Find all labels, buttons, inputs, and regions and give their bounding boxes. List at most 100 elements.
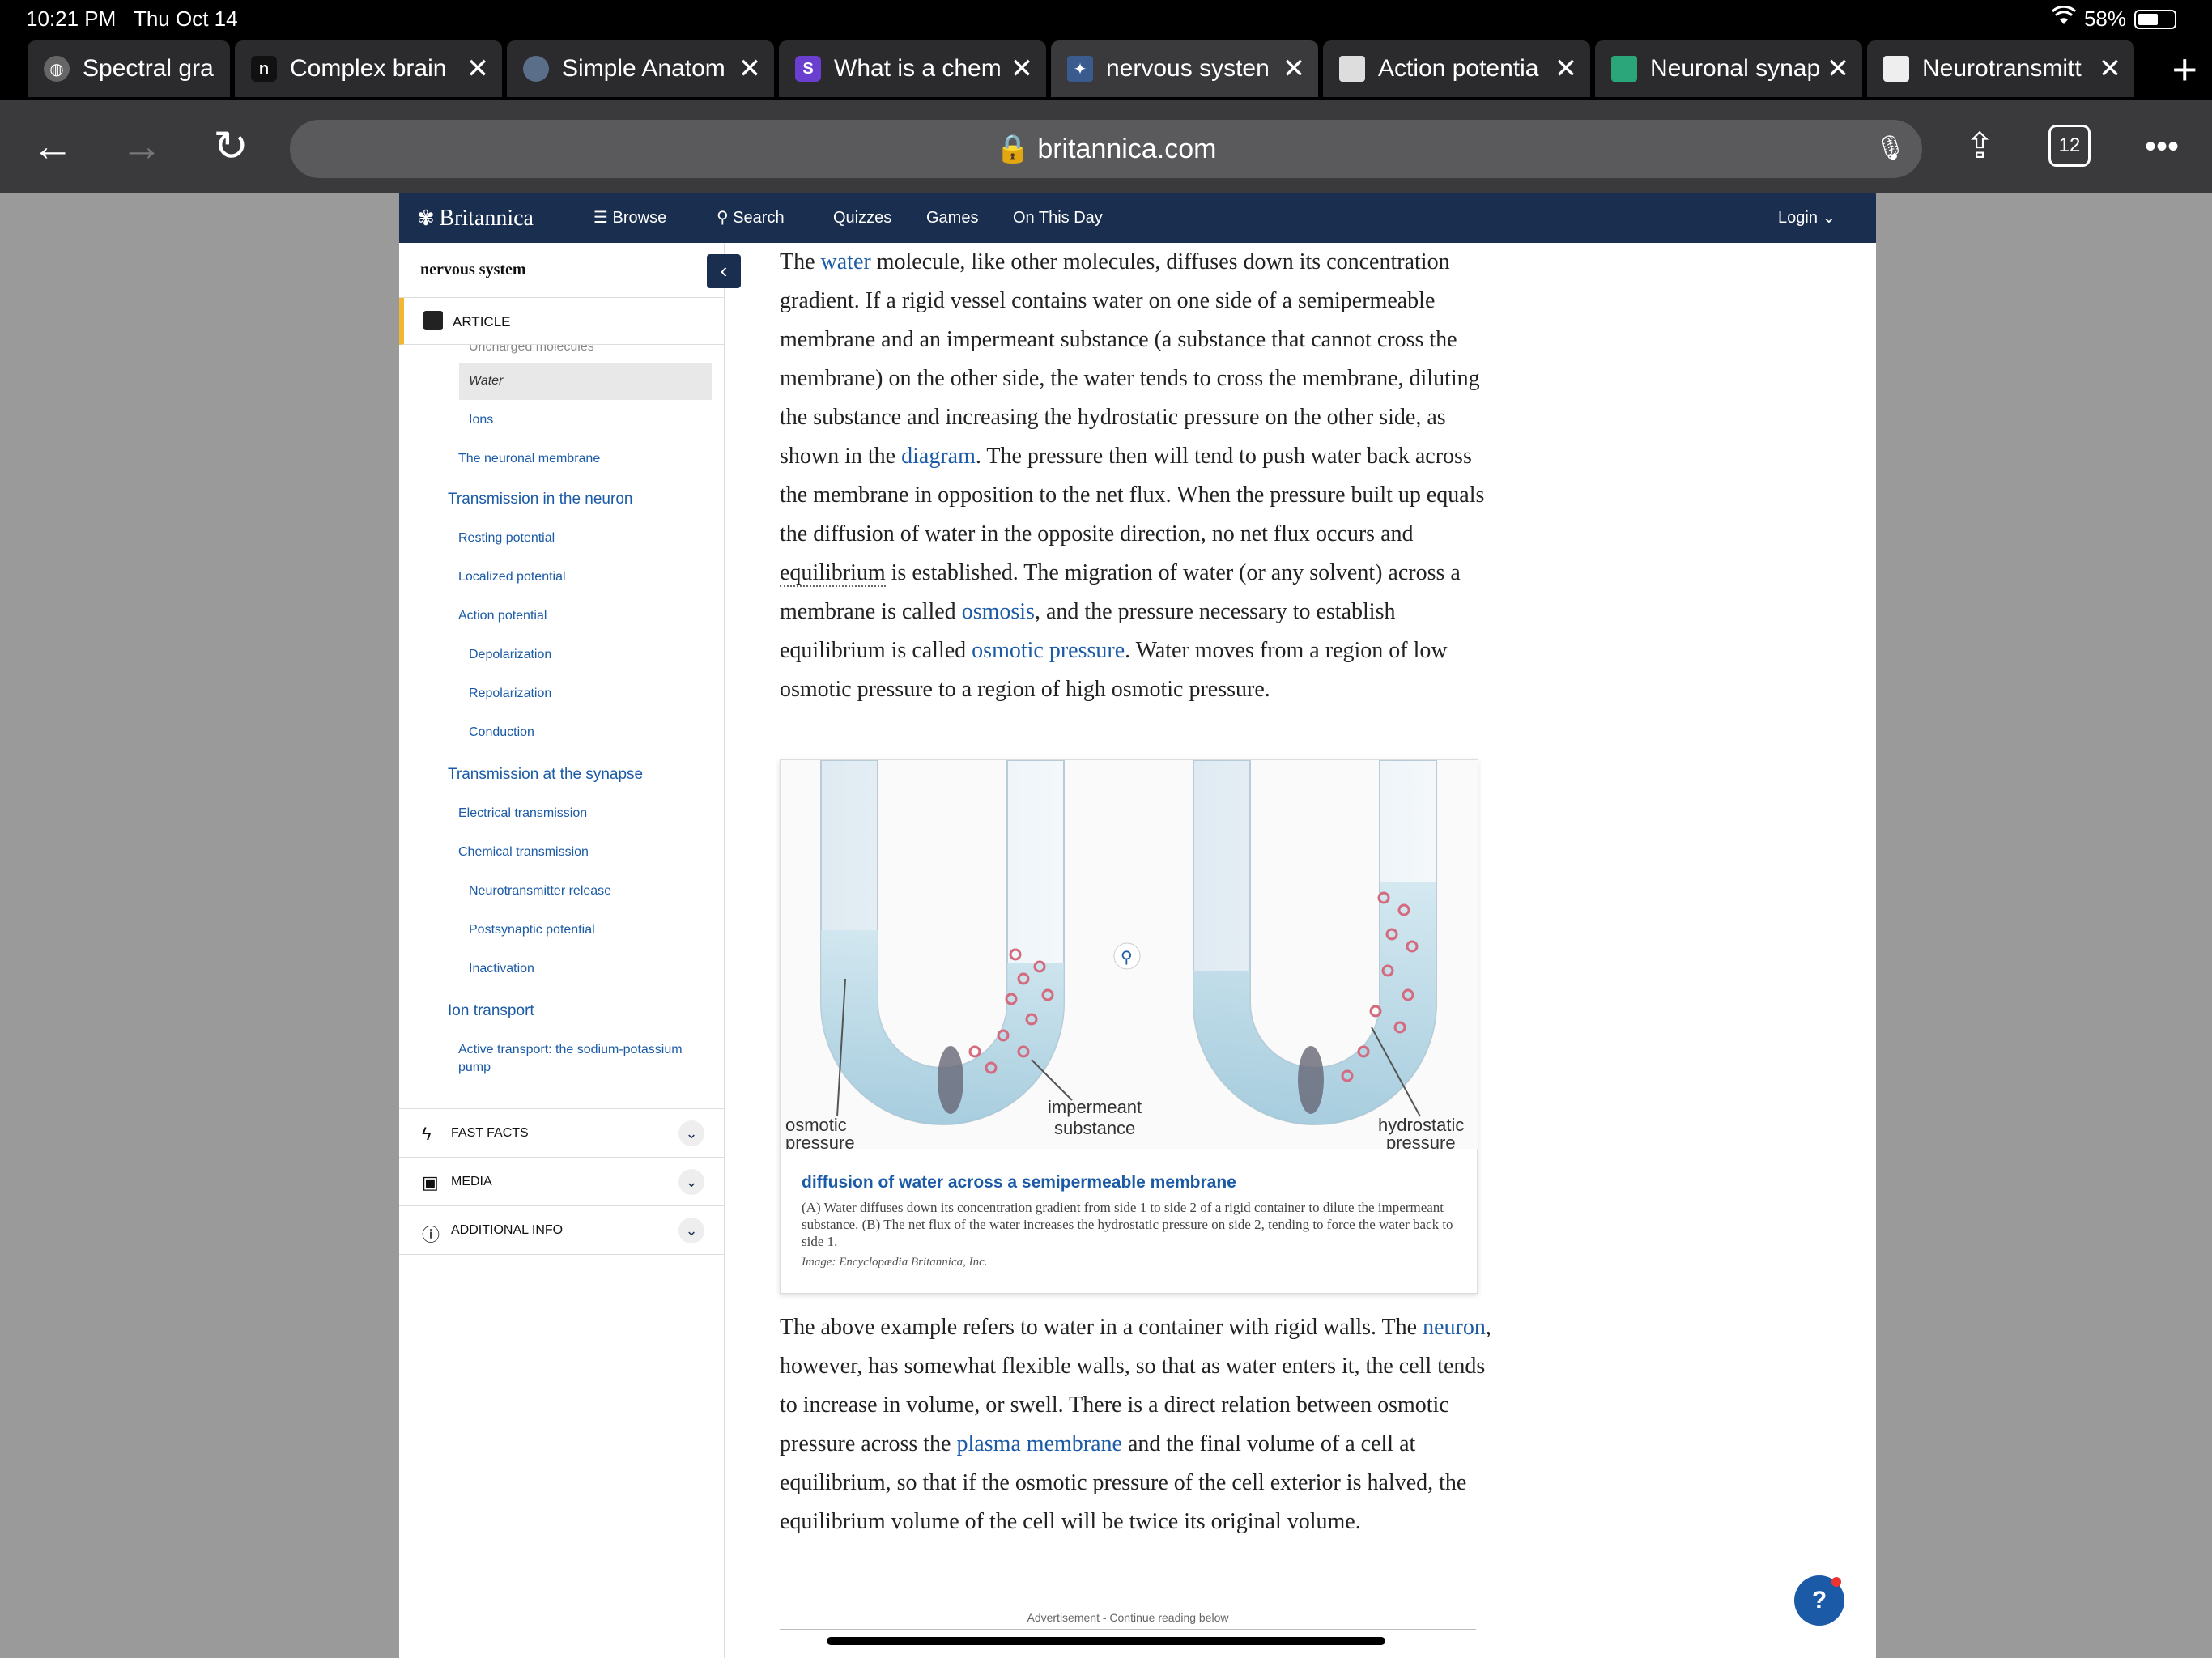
toc-item[interactable]: Postsynaptic potential [469,923,595,937]
figure-caption: (A) Water diffuses down its concentratio… [802,1200,1453,1249]
home-indicator[interactable] [827,1637,1385,1645]
nav-on-this-day[interactable]: On This Day [1013,193,1103,243]
tab-title: Action potentia [1378,55,1539,82]
figure-title-link[interactable]: diffusion of water across a semipermeabl… [802,1173,1236,1192]
toc-item[interactable]: Repolarization [469,687,551,701]
close-tab-icon[interactable]: ✕ [462,53,494,85]
chevron-down-icon[interactable]: ⌄ [678,1218,704,1244]
image-icon: ▣ [422,1172,439,1192]
anatomy-icon [523,56,549,82]
forward-arrow-icon[interactable]: → [113,100,170,193]
close-tab-icon[interactable]: ✕ [1550,53,1582,85]
toc-item[interactable]: Conduction [469,725,534,740]
toc-item[interactable]: Inactivation [469,962,534,976]
browser-toolbar: ← → ↻ 🔒 britannica.com 🎙 ⇪ 12 ••• [0,100,2212,193]
toc-item[interactable]: Ions [469,413,493,427]
new-tab-button[interactable]: + [2172,45,2197,94]
close-tab-icon[interactable]: ✕ [2094,53,2126,85]
address-bar[interactable]: 🔒 britannica.com 🎙 [290,120,1922,178]
zoom-icon[interactable]: ⚲ [1121,949,1133,967]
tab-title: What is a chem [834,55,1002,82]
media-section[interactable]: ▣ MEDIA ⌄ [399,1158,724,1206]
toc-item[interactable]: pump [458,1061,491,1075]
collapse-sidebar-button[interactable]: ‹ [707,254,741,288]
status-bar: 10:21 PM Thu Oct 14 58% [0,0,2212,39]
toc-item[interactable]: Uncharged molecules [469,345,594,355]
close-tab-icon[interactable]: ✕ [1278,53,1310,85]
article-section-header[interactable]: ARTICLE [399,298,724,345]
plasma-membrane-link[interactable]: plasma membrane [956,1431,1121,1456]
university-icon [1339,56,1365,82]
browser-tab[interactable]: Simple Anatom ✕ [507,40,774,97]
help-button[interactable]: ? [1794,1575,1844,1626]
browser-tab[interactable]: Neuronal synap ✕ [1595,40,1862,97]
toc-item[interactable]: Active transport: the sodium-potassium [458,1043,683,1057]
toc-item[interactable]: Electrical transmission [458,806,587,821]
microphone-icon[interactable]: 🎙 [1875,120,1906,178]
browser-tab[interactable]: Neurotransmitt ✕ [1867,40,2134,97]
britannica-icon: ✦ [1067,56,1093,82]
osmotic-pressure-link[interactable]: osmotic pressure [972,638,1125,663]
share-icon[interactable]: ⇪ [1951,100,2008,193]
toc-item[interactable]: Transmission at the synapse [448,766,643,784]
hamburger-icon: ☰ [593,209,608,227]
back-arrow-icon[interactable]: ← [24,100,81,193]
neuron-link[interactable]: neuron [1423,1315,1486,1340]
osmosis-link[interactable]: osmosis [962,599,1035,624]
chevron-down-icon[interactable]: ⌄ [678,1169,704,1195]
toc-item[interactable]: Chemical transmission [458,845,589,860]
search-icon: ⚲ [717,209,729,227]
label-substance: substance [1054,1118,1135,1138]
tab-title: Complex brain [290,55,447,82]
close-tab-icon[interactable]: ✕ [1006,53,1038,85]
toc-item[interactable]: Transmission in the neuron [448,491,632,508]
browse-button[interactable]: ☰ Browse [593,193,666,243]
toc-item[interactable]: Ion transport [448,1002,534,1020]
wave-icon [1883,56,1909,82]
diagram-figure: ⚲ osmotic pressure impermeant substance … [780,759,1478,1294]
sidebar-title: nervous system [420,261,526,278]
login-button[interactable]: Login ⌄ [1778,193,1836,243]
shield-icon [1611,56,1637,82]
browser-tab[interactable]: S What is a chem ✕ [779,40,1046,97]
search-button[interactable]: ⚲ Search [717,193,785,243]
fast-facts-section[interactable]: ϟ FAST FACTS ⌄ [399,1109,724,1158]
battery-percent: 58% [2083,6,2126,31]
browser-tab[interactable]: Action potentia ✕ [1323,40,1590,97]
more-menu-icon[interactable]: ••• [2129,100,2194,193]
site-navbar: ✾ Britannica ☰ Browse ⚲ Search Quizzes G… [399,193,1876,243]
info-icon: ⓘ [422,1225,440,1245]
tab-switcher-button[interactable]: 12 [2048,125,2091,167]
browser-tab[interactable]: ◍ Spectral gra [28,40,230,97]
tab-title: Neuronal synap [1650,55,1821,82]
toc-item[interactable]: Localized potential [458,570,566,585]
water-link[interactable]: water [821,249,871,274]
close-tab-icon[interactable]: ✕ [1822,53,1854,85]
article-icon [423,311,443,330]
toc-item[interactable]: The neuronal membrane [458,452,600,466]
article-paragraph: The above example refers to water in a c… [780,1315,1491,1534]
status-time: 10:21 PM Thu Oct 14 [26,6,238,31]
reload-icon[interactable]: ↻ [202,100,259,193]
chevron-down-icon[interactable]: ⌄ [678,1120,704,1146]
tab-title: Neurotransmitt [1922,55,2082,82]
toc-item[interactable]: Action potential [458,609,547,623]
toc-item[interactable]: Neurotransmitter release [469,884,611,899]
toc-item[interactable]: Depolarization [469,648,551,662]
lightning-icon: ϟ [422,1124,432,1144]
diagram-link[interactable]: diagram [901,444,976,469]
advertisement-label: Advertisement - Continue reading below [780,1611,1476,1630]
nav-quizzes[interactable]: Quizzes [833,193,891,243]
britannica-logo[interactable]: ✾ Britannica [417,193,534,245]
osmosis-diagram-image[interactable]: ⚲ osmotic pressure impermeant substance … [781,760,1478,1149]
toc-item-current[interactable]: Water [459,363,712,400]
browser-tab[interactable]: n Complex brain ✕ [235,40,502,97]
equilibrium-link[interactable]: equilibrium [780,560,886,587]
browser-tab-active[interactable]: ✦ nervous systen ✕ [1051,40,1318,97]
table-of-contents: Uncharged molecules Water Ions The neuro… [399,345,724,1109]
close-tab-icon[interactable]: ✕ [734,53,766,85]
additional-info-section[interactable]: ⓘ ADDITIONAL INFO ⌄ [399,1206,724,1255]
s-logo-icon: S [795,56,821,82]
nav-games[interactable]: Games [926,193,978,243]
toc-item[interactable]: Resting potential [458,531,555,546]
